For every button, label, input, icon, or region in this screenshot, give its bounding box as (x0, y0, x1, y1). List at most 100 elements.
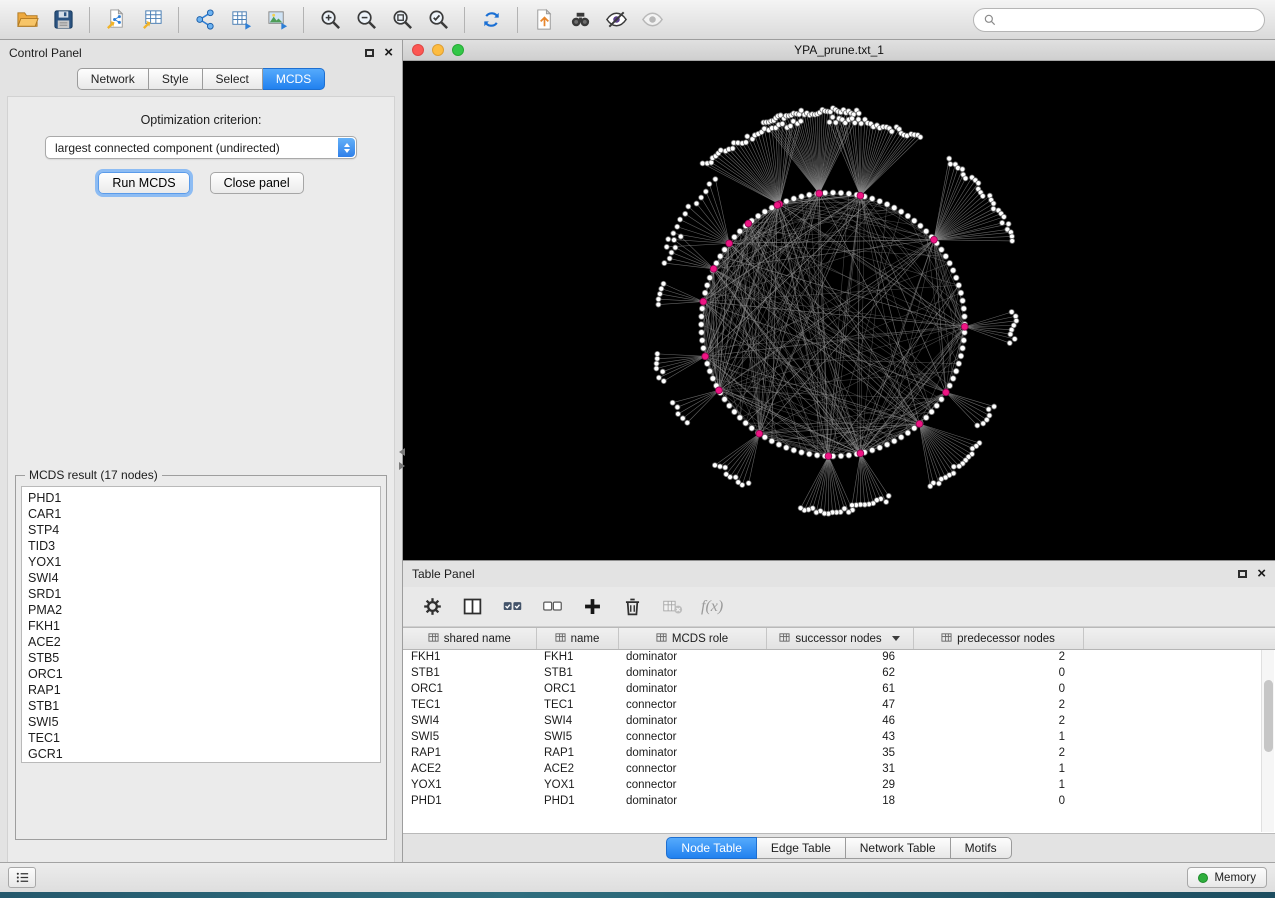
cell-filler (1083, 761, 1275, 777)
tab-mcds[interactable]: MCDS (263, 68, 325, 90)
clear-table-icon (662, 596, 683, 617)
table-row[interactable]: FKH1FKH1dominator962 (403, 649, 1275, 665)
control-panel-tabbar: NetworkStyleSelectMCDS (0, 66, 402, 96)
close-table-panel-icon[interactable]: × (1257, 568, 1266, 580)
show-all-button[interactable] (635, 4, 669, 36)
table-row[interactable]: RAP1RAP1dominator352 (403, 745, 1275, 761)
mcds-result-item[interactable]: PMA2 (28, 602, 380, 618)
save-session-button[interactable] (46, 4, 80, 36)
tab-select[interactable]: Select (203, 68, 263, 90)
close-window-icon[interactable] (412, 44, 424, 56)
import-network-button[interactable] (99, 4, 133, 36)
show-columns-button[interactable] (457, 592, 487, 622)
table-row[interactable]: SWI5SWI5connector431 (403, 729, 1275, 745)
clear-table-button[interactable] (657, 592, 687, 622)
find-button[interactable] (563, 4, 597, 36)
tab-motifs[interactable]: Motifs (951, 837, 1012, 859)
zoom-in-button[interactable] (313, 4, 347, 36)
close-panel-icon[interactable]: × (384, 47, 393, 59)
cell-shared-name: ORC1 (403, 681, 536, 697)
cell-successor-nodes: 61 (766, 681, 913, 697)
mcds-result-item[interactable]: FKH1 (28, 618, 380, 634)
column-header-shared-name[interactable]: shared name (403, 628, 536, 649)
mcds-result-item[interactable]: SWI5 (28, 714, 380, 730)
mcds-result-item[interactable]: YOX1 (28, 554, 380, 570)
table-row[interactable]: SWI4SWI4dominator462 (403, 713, 1275, 729)
mcds-result-item[interactable]: SWI4 (28, 570, 380, 586)
cell-predecessor-nodes: 1 (913, 777, 1083, 793)
tab-network-table[interactable]: Network Table (846, 837, 951, 859)
zoom-fit-button[interactable] (385, 4, 419, 36)
import-table-button[interactable] (135, 4, 169, 36)
mcds-result-item[interactable]: ACE2 (28, 634, 380, 650)
export-network-button[interactable] (188, 4, 222, 36)
float-table-panel-icon[interactable] (1238, 570, 1247, 578)
maximize-window-icon[interactable] (452, 44, 464, 56)
cell-name: SWI4 (536, 713, 618, 729)
search-input[interactable] (1003, 13, 1255, 27)
mcds-result-item[interactable]: GCR1 (28, 746, 380, 762)
mcds-result-item[interactable]: STB1 (28, 698, 380, 714)
table-row[interactable]: YOX1YOX1connector291 (403, 777, 1275, 793)
table-scrollbar[interactable] (1261, 650, 1274, 832)
deselect-all-columns-button[interactable] (537, 592, 567, 622)
network-window-titlebar[interactable]: YPA_prune.txt_1 (403, 40, 1275, 61)
export-table-button[interactable] (224, 4, 258, 36)
tab-style[interactable]: Style (149, 68, 203, 90)
function-builder-button[interactable]: f(x) (697, 598, 723, 616)
hide-selected-button[interactable] (599, 4, 633, 36)
table-row[interactable]: ORC1ORC1dominator610 (403, 681, 1275, 697)
network-graph[interactable] (403, 61, 1275, 560)
column-header-MCDS-role[interactable]: MCDS role (618, 628, 766, 649)
delete-column-button[interactable] (617, 592, 647, 622)
search-icon (983, 13, 997, 27)
binoculars-icon (569, 8, 592, 31)
table-settings-button[interactable] (417, 592, 447, 622)
close-panel-button[interactable]: Close panel (210, 172, 304, 194)
network-canvas[interactable] (403, 61, 1275, 560)
splitter-handle[interactable] (398, 448, 406, 474)
toolbar-separator (303, 7, 304, 33)
create-column-button[interactable] (577, 592, 607, 622)
mcds-result-list[interactable]: PHD1CAR1STP4TID3YOX1SWI4SRD1PMA2FKH1ACE2… (21, 486, 381, 763)
mcds-result-item[interactable]: PHD1 (28, 490, 380, 506)
mcds-result-item[interactable]: TID3 (28, 538, 380, 554)
apply-layout-button[interactable] (474, 4, 508, 36)
tab-network[interactable]: Network (77, 68, 149, 90)
table-row[interactable]: ACE2ACE2connector311 (403, 761, 1275, 777)
table-row[interactable]: TEC1TEC1connector472 (403, 697, 1275, 713)
column-type-icon (779, 632, 790, 643)
zoom-out-button[interactable] (349, 4, 383, 36)
mcds-result-item[interactable]: STB5 (28, 650, 380, 666)
zoom-selected-button[interactable] (421, 4, 455, 36)
open-session-button[interactable] (10, 4, 44, 36)
table-row[interactable]: PHD1PHD1dominator180 (403, 793, 1275, 809)
memory-button[interactable]: Memory (1187, 867, 1267, 888)
network-window-title: YPA_prune.txt_1 (794, 43, 884, 57)
search-field[interactable] (973, 8, 1265, 32)
tab-node-table[interactable]: Node Table (666, 837, 757, 859)
mcds-result-item[interactable]: CAR1 (28, 506, 380, 522)
table-row[interactable]: STB1STB1dominator620 (403, 665, 1275, 681)
run-mcds-button[interactable]: Run MCDS (98, 172, 189, 194)
mcds-result-item[interactable]: ORC1 (28, 666, 380, 682)
mcds-result-item[interactable]: RAP1 (28, 682, 380, 698)
minimize-window-icon[interactable] (432, 44, 444, 56)
share-document-button[interactable] (527, 4, 561, 36)
node-table[interactable]: shared namenameMCDS rolesuccessor nodesp… (403, 627, 1275, 834)
mcds-result-item[interactable]: SRD1 (28, 586, 380, 602)
column-header-successor-nodes[interactable]: successor nodes (766, 628, 913, 649)
float-panel-icon[interactable] (365, 49, 374, 57)
column-header-predecessor-nodes[interactable]: predecessor nodes (913, 628, 1083, 649)
optimization-select[interactable]: largest connected component (undirected) (45, 136, 357, 159)
scrollbar-thumb[interactable] (1264, 680, 1273, 752)
tab-edge-table[interactable]: Edge Table (757, 837, 846, 859)
export-table-icon (230, 8, 253, 31)
select-all-columns-button[interactable] (497, 592, 527, 622)
mcds-result-item[interactable]: TEC1 (28, 730, 380, 746)
export-image-button[interactable] (260, 4, 294, 36)
mcds-result-item[interactable]: STP4 (28, 522, 380, 538)
show-panels-button[interactable] (8, 867, 36, 888)
cell-name: STB1 (536, 665, 618, 681)
column-header-name[interactable]: name (536, 628, 618, 649)
